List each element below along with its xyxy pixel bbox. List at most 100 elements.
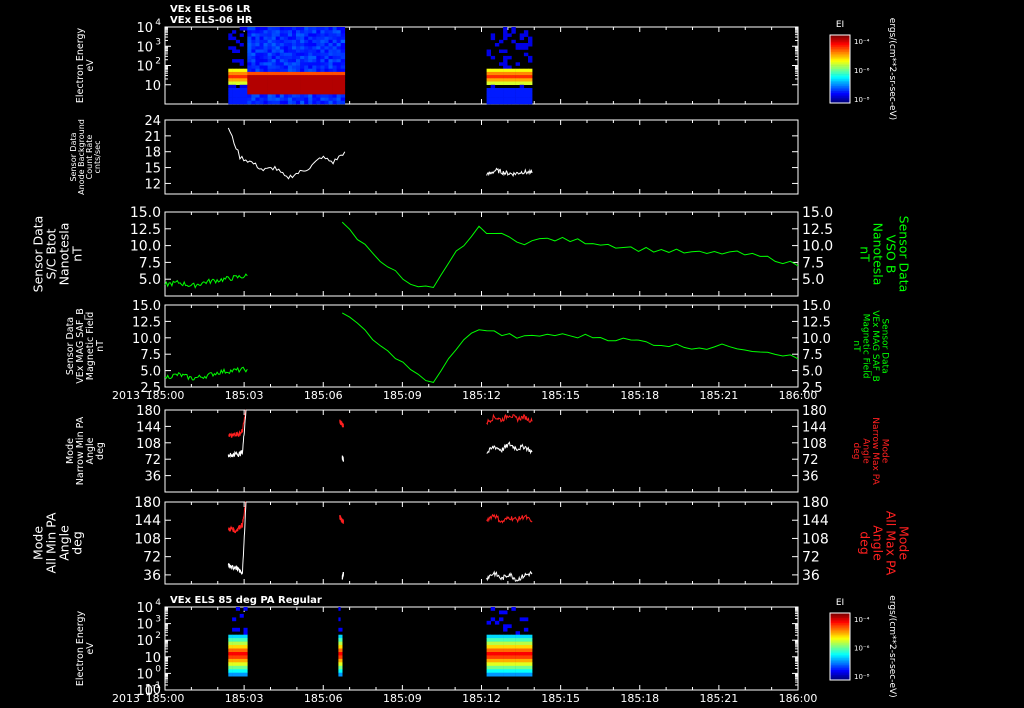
heatmap-cell [300,33,305,37]
heatmap-cell [300,39,305,44]
heatmap-cell [271,30,277,34]
x-tick-label: 185:12 [462,692,501,705]
y-tick-label-right: 108 [802,437,827,452]
heatmap-cell [324,33,329,37]
heatmap-cell [304,62,309,66]
heatmap-cell [336,94,341,98]
heatmap-cell [300,55,305,60]
heatmap-cell [292,71,297,76]
heatmap-cell [259,43,264,47]
heatmap-cell [490,94,496,98]
heatmap-cell [312,30,317,34]
heatmap-cell [515,68,520,73]
heatmap-cell [304,65,309,69]
heatmap-cell [320,59,325,63]
heatmap-cell [232,68,237,73]
heatmap-cell [316,78,321,82]
heatmap-cell [283,65,289,69]
y-tick-label: 10 [144,651,161,666]
colorbar-label: EI [836,20,844,30]
heatmap-cell [296,97,301,102]
heatmap-cell [494,641,500,646]
y-tick-label: 12.5 [130,222,161,238]
heatmap-cell [228,33,233,37]
heatmap-cell [503,62,508,66]
heatmap-cell [259,52,264,57]
heatmap-cell [255,33,260,37]
heatmap-cell [267,100,272,105]
heatmap-cell [271,36,277,41]
heatmap-cell [255,36,260,41]
heatmap-cell [490,658,496,663]
heatmap-cell [507,669,512,674]
heatmap-cell [283,52,289,57]
heatmap-cell [328,39,333,44]
heatmap-cell [316,39,321,44]
heatmap-cell [296,81,301,85]
heatmap-cell [232,49,237,53]
heatmap-cell [499,655,504,660]
heatmap-cell [275,43,281,47]
heatmap-cell [490,91,496,95]
heatmap-cell [519,658,525,663]
heatmap-cell [235,645,240,649]
heatmap-cell [316,52,321,57]
heatmap-cell [239,91,244,95]
heatmap-cell [263,39,268,44]
heatmap-cell [528,658,533,663]
heatmap-cell [494,672,500,677]
heatmap-cell [336,27,341,31]
heatmap-cell [490,645,496,649]
heatmap-cell [308,71,313,76]
heatmap-cell [243,665,248,670]
heatmap-cell [511,91,516,95]
heatmap-cell [486,655,491,660]
y-tick-label: 144 [136,420,161,435]
heatmap-cell [255,49,260,53]
heatmap-cell [228,662,233,667]
heatmap-cell [490,617,496,622]
heatmap-cell [511,645,516,649]
heatmap-cell [287,62,293,66]
y-axis-label-right: Sensor Data [879,318,889,373]
heatmap-cell [259,100,264,105]
heatmap-cell [490,634,496,639]
heatmap-cell [336,97,341,102]
heatmap-cell [232,59,237,63]
y-tick-label: 21 [144,130,161,145]
heatmap-cell [324,49,329,53]
heatmap-cell [332,49,337,53]
heatmap-cell [300,75,305,79]
heatmap-cell [267,43,272,47]
heatmap-cell [271,62,277,66]
heatmap-cell [263,100,268,105]
heatmap-cell [332,100,337,105]
heatmap-cell [251,49,256,53]
heatmap-cell [340,75,346,79]
heatmap-cell [340,78,346,82]
heatmap-cell [287,27,293,31]
heatmap-cell [283,68,289,73]
heatmap-cell [271,88,277,92]
heatmap-cell [296,94,301,98]
heatmap-cell [312,94,317,98]
heatmap-cell [287,91,293,95]
heatmap-cell [292,43,297,47]
heatmap-cell [494,634,500,639]
heatmap-cell [300,49,305,53]
heatmap-cell [528,88,533,92]
heatmap-cell [235,665,240,670]
heatmap-cell [312,27,317,31]
heatmap-cell [336,84,341,89]
heatmap-cell [320,75,325,79]
heatmap-cell [503,627,508,632]
heatmap-cell [304,71,309,76]
colorbar-cell [830,62,850,65]
heatmap-cell [320,97,325,102]
heatmap-cell [232,638,237,642]
heatmap-cell [494,620,500,625]
heatmap-cell [275,100,281,105]
heatmap-cell [232,634,237,639]
y-tick-label-right: 144 [802,420,827,435]
heatmap-cell [308,52,313,57]
